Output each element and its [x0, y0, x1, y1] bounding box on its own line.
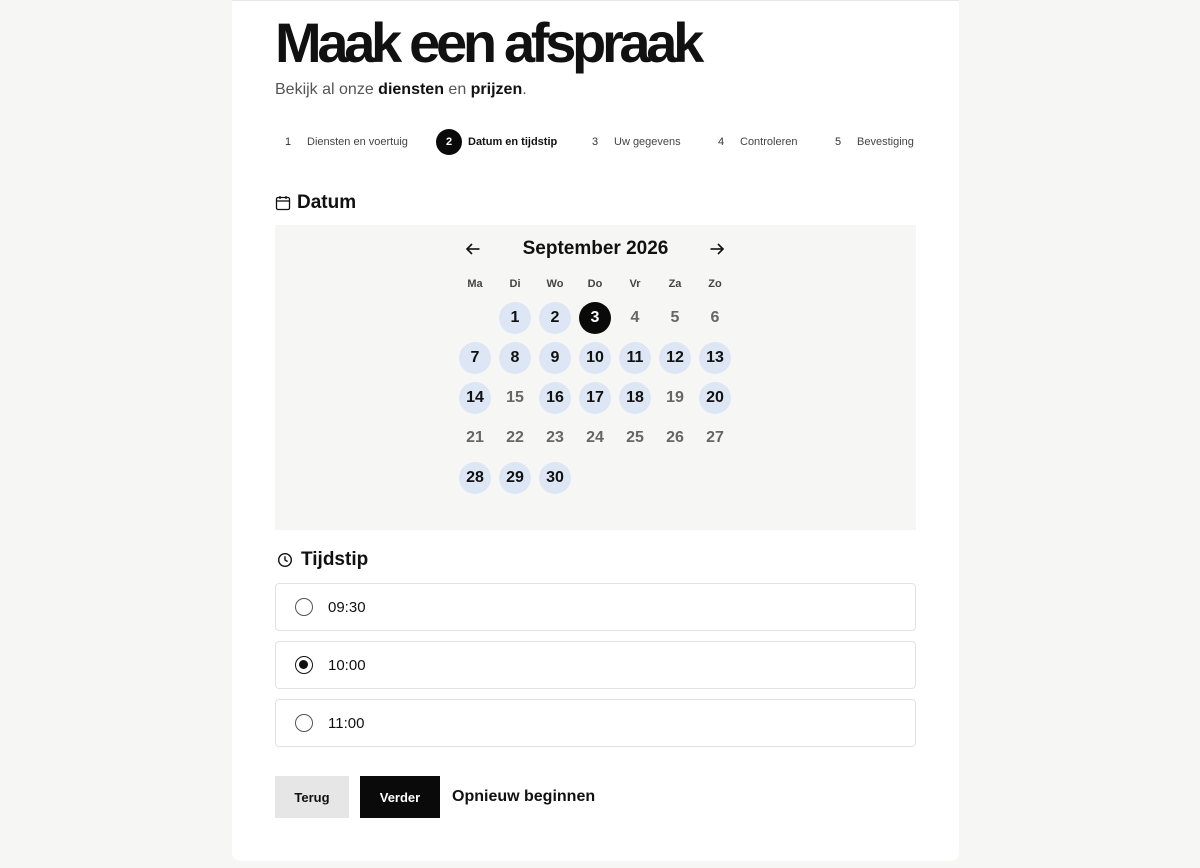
step-number: 2 [436, 129, 462, 155]
calendar-day: 19 [666, 389, 684, 406]
weekday-label: Zo [708, 278, 722, 290]
step-review: 4 Controleren [708, 129, 798, 155]
page-title: Maak een afspraak [275, 11, 704, 74]
time-label: 10:00 [328, 656, 366, 674]
calendar-day[interactable]: 8 [499, 342, 531, 374]
step-indicator: 1 Diensten en voertuig 2 Datum en tijdst… [275, 129, 916, 155]
weekday-label: Di [509, 278, 521, 290]
step-label: Controleren [740, 136, 798, 148]
weekday-label: Za [668, 278, 682, 290]
weekday-label: Vr [629, 278, 641, 290]
calendar-day[interactable]: 7 [459, 342, 491, 374]
calendar-day: 25 [626, 429, 644, 446]
calendar-day[interactable]: 11 [619, 342, 651, 374]
restart-button[interactable]: Opnieuw beginnen [452, 776, 595, 818]
step-number: 3 [591, 136, 599, 148]
calendar-grid: Ma Di Wo Do Vr Za Zo 1 2 3 4 5 6 7 8 9 10 11 12 13 14… [455, 275, 735, 498]
prices-link[interactable]: prijzen [471, 81, 523, 98]
time-label: 09:30 [328, 598, 366, 616]
time-option-0930[interactable]: 09:30 [275, 583, 916, 631]
step-label: Datum en tijdstip [468, 136, 558, 148]
back-button[interactable]: Terug [275, 776, 349, 818]
weekday-header: Ma Di Wo Do Vr Za Zo [455, 275, 735, 293]
step-date-time: 2 Datum en tijdstip [436, 129, 557, 155]
step-label: Diensten en voertuig [307, 136, 408, 148]
calendar-day[interactable]: 14 [459, 382, 491, 414]
page-subtitle: Bekijk al onze diensten en prijzen. [275, 81, 527, 99]
subtitle-prefix: Bekijk al onze [275, 81, 379, 98]
calendar-day[interactable]: 16 [539, 382, 571, 414]
radio-button[interactable] [295, 714, 313, 732]
radio-button[interactable] [295, 598, 313, 616]
calendar-day: 6 [710, 309, 720, 326]
calendar-day[interactable]: 9 [539, 342, 571, 374]
calendar-day[interactable]: 20 [699, 382, 731, 414]
calendar-day: 5 [670, 309, 680, 326]
services-link[interactable]: diensten [378, 81, 444, 98]
weekday-label: Wo [546, 278, 564, 290]
time-option-1000[interactable]: 10:00 [275, 641, 916, 689]
calendar-day[interactable]: 28 [459, 462, 491, 494]
radio-button-selected[interactable] [295, 656, 313, 674]
calendar-day[interactable]: 10 [579, 342, 611, 374]
time-option-1100[interactable]: 11:00 [275, 699, 916, 747]
calendar-day: 21 [466, 429, 484, 446]
calendar-icon [275, 196, 291, 211]
calendar-day[interactable]: 2 [539, 302, 571, 334]
time-label: 11:00 [328, 714, 365, 732]
calendar-day-selected[interactable]: 3 [579, 302, 611, 334]
step-confirmation: 5 Bevestiging [825, 129, 914, 155]
calendar-day: 23 [546, 429, 564, 446]
month-label: September 2026 [522, 238, 669, 259]
next-button[interactable]: Verder [360, 776, 440, 818]
subtitle-suffix: . [522, 81, 527, 98]
calendar-day[interactable]: 18 [619, 382, 651, 414]
calendar-day[interactable]: 29 [499, 462, 531, 494]
time-heading: Tijdstip [275, 548, 368, 572]
step-label: Bevestiging [857, 136, 914, 148]
calendar-day: 24 [586, 429, 604, 446]
step-number: 4 [717, 136, 725, 148]
step-number: 1 [284, 136, 292, 148]
calendar-days: 1 2 3 4 5 6 7 8 9 10 11 12 13 14 15 16 17 18 19 20 21 22 23 24 2… [455, 298, 735, 498]
step-services: 1 Diensten en voertuig [275, 129, 408, 155]
calendar-day[interactable]: 12 [659, 342, 691, 374]
calendar-day[interactable]: 30 [539, 462, 571, 494]
calendar-day[interactable]: 17 [579, 382, 611, 414]
arrow-right-icon [710, 243, 725, 255]
calendar-day: 27 [706, 429, 724, 446]
booking-card: Maak een afspraak Bekijk al onze dienste… [232, 0, 959, 861]
time-heading-label: Tijdstip [301, 549, 369, 570]
step-your-details: 3 Uw gegevens [582, 129, 681, 155]
calendar-day: 22 [506, 429, 524, 446]
next-month-button[interactable] [705, 237, 729, 261]
calendar-empty-cell [455, 298, 495, 338]
subtitle-middle: en [443, 81, 471, 98]
calendar: September 2026 Ma Di Wo Do Vr Za Zo 1234… [275, 225, 916, 530]
calendar-day: 26 [666, 429, 684, 446]
step-label: Uw gegevens [614, 136, 681, 148]
date-heading-label: Datum [297, 192, 357, 213]
calendar-day: 15 [506, 389, 524, 406]
calendar-day[interactable]: 13 [699, 342, 731, 374]
date-heading: Datum [275, 191, 356, 215]
weekday-label: Ma [467, 278, 483, 290]
calendar-day: 4 [630, 309, 640, 326]
step-number: 5 [834, 136, 842, 148]
clock-icon [277, 552, 293, 568]
weekday-label: Do [587, 278, 603, 290]
calendar-day[interactable]: 1 [499, 302, 531, 334]
